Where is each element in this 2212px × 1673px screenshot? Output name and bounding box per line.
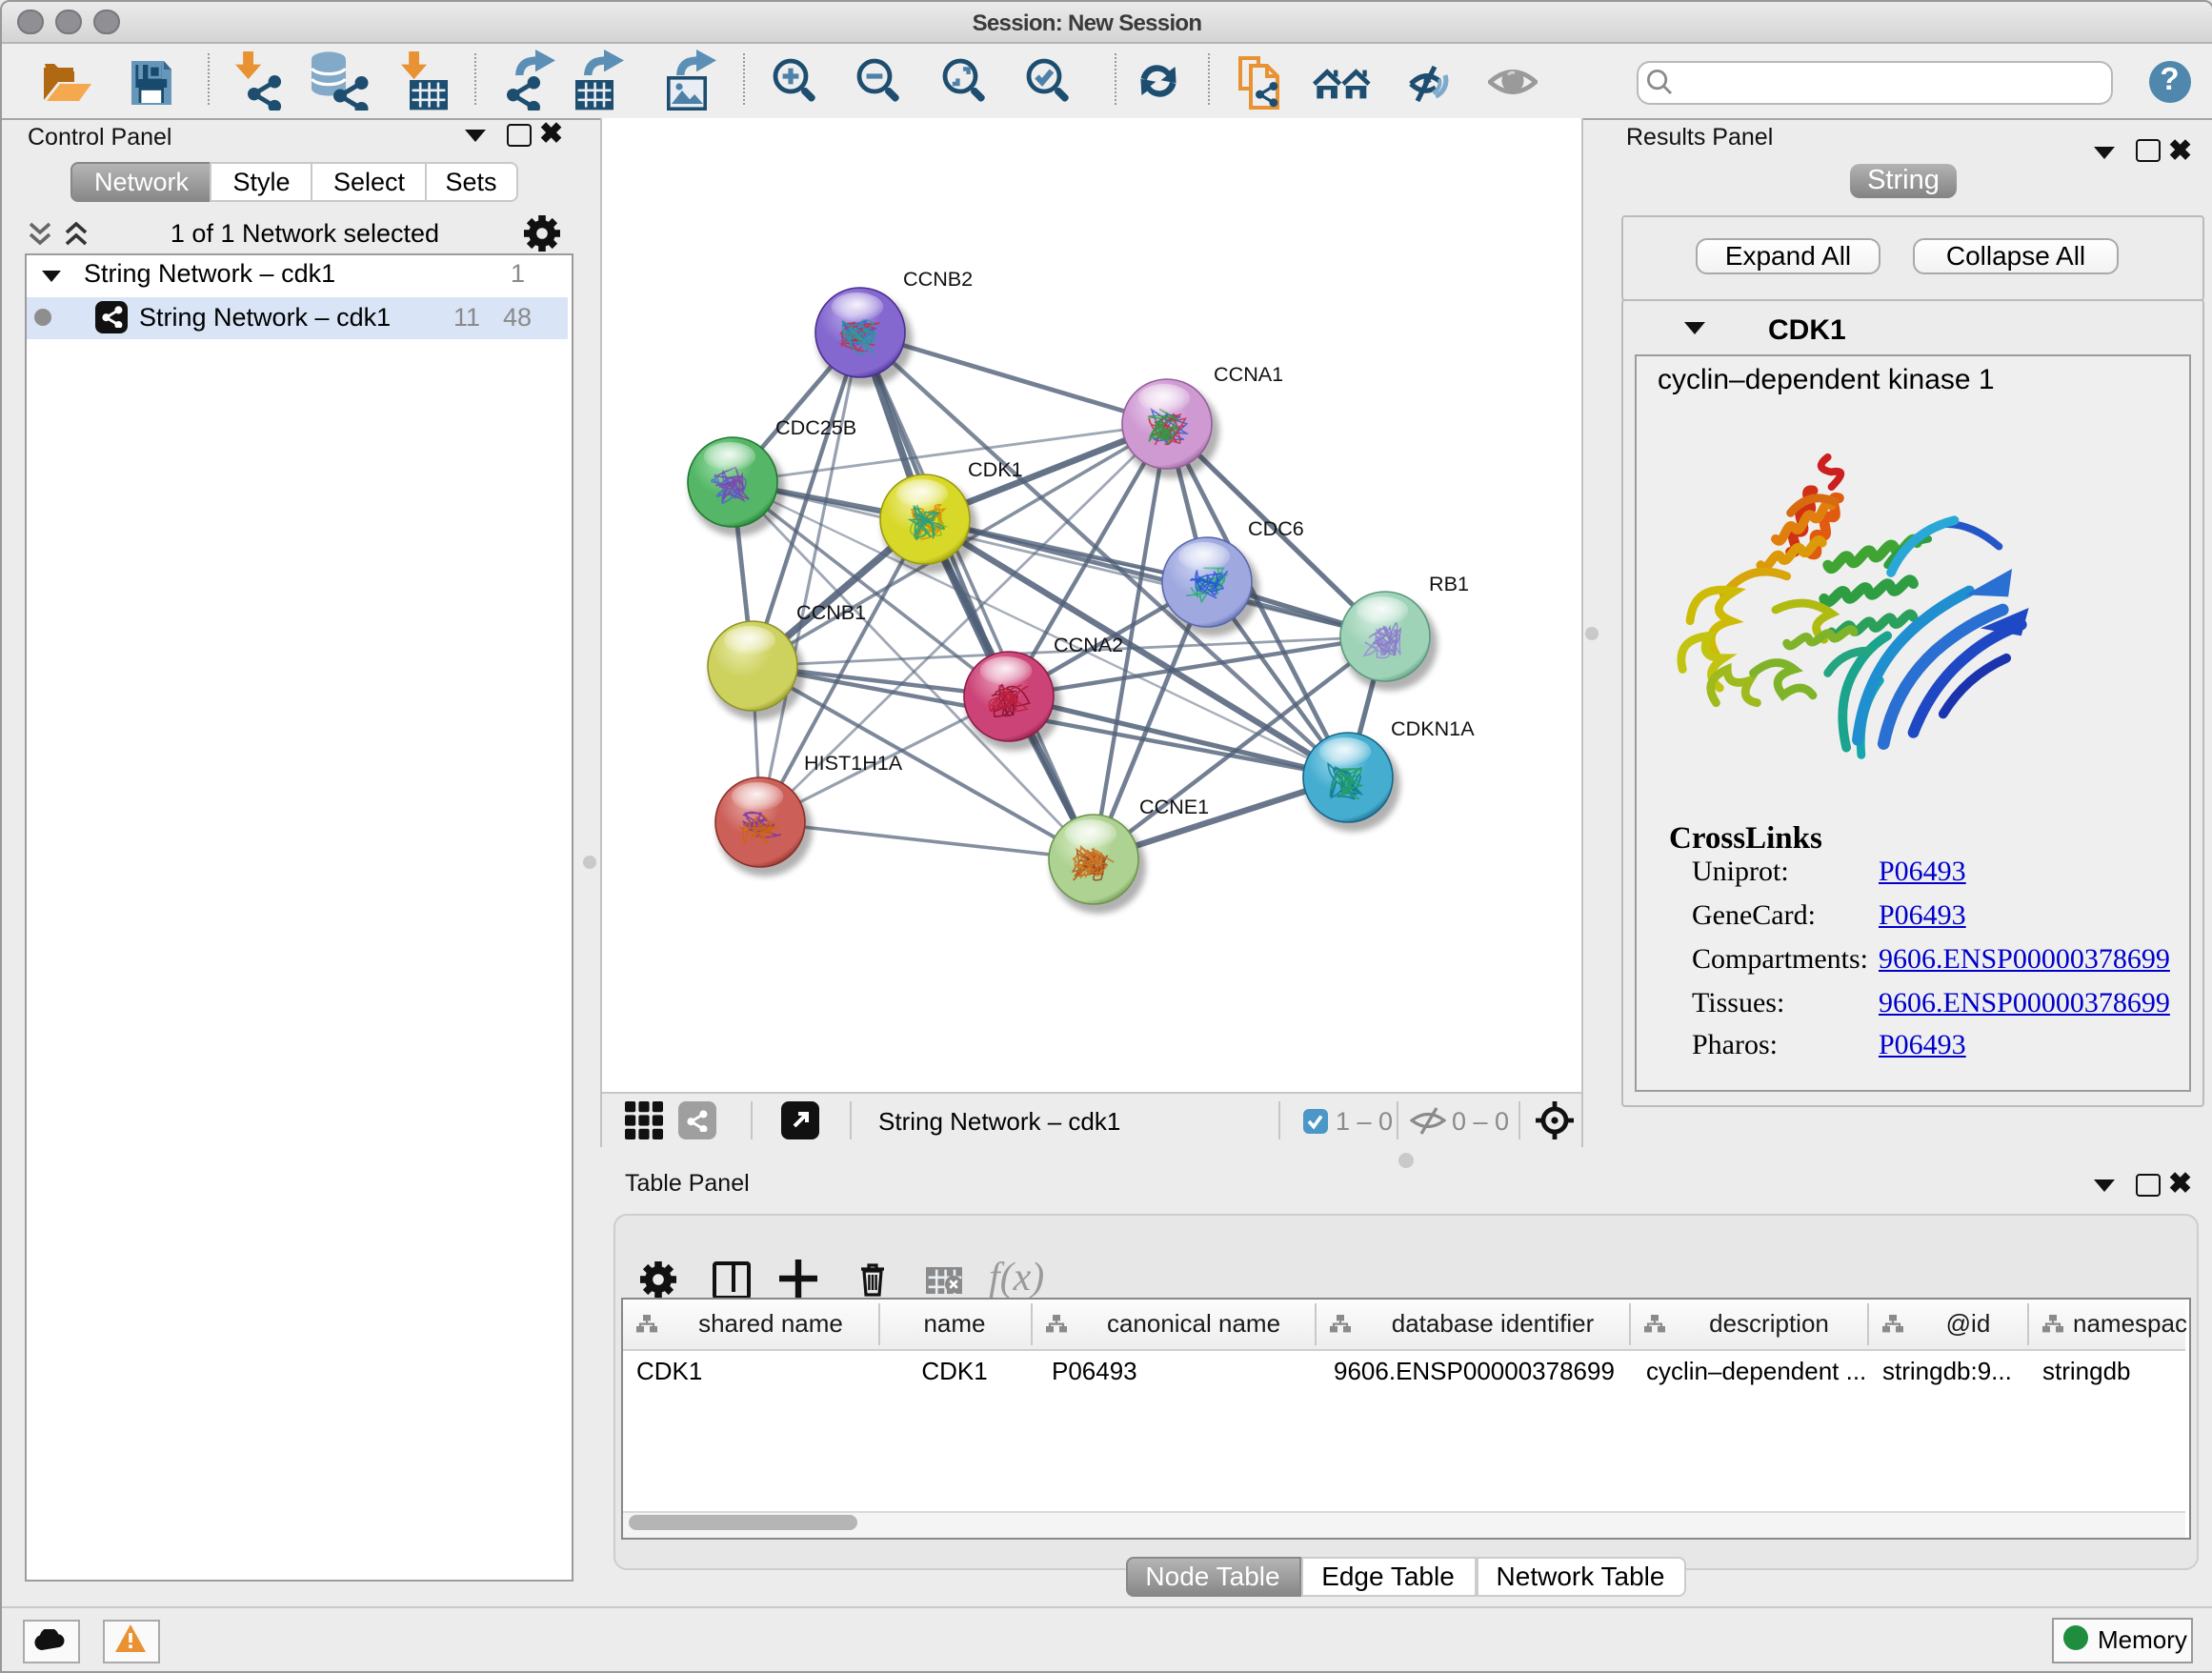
svg-text:CDK1: CDK1: [967, 457, 1022, 481]
svg-text:CCNB1: CCNB1: [795, 600, 865, 624]
svg-text:CCNA1: CCNA1: [1213, 362, 1282, 386]
svg-text:RB1: RB1: [1428, 572, 1468, 595]
svg-text:CCNA2: CCNA2: [1053, 633, 1122, 656]
svg-text:CDKN1A: CDKN1A: [1390, 716, 1474, 740]
svg-text:CCNB2: CCNB2: [902, 267, 972, 291]
svg-text:CDC25B: CDC25B: [774, 415, 855, 439]
svg-text:CDC6: CDC6: [1247, 516, 1303, 540]
svg-text:CCNE1: CCNE1: [1138, 795, 1208, 818]
svg-text:HIST1H1A: HIST1H1A: [803, 751, 902, 775]
